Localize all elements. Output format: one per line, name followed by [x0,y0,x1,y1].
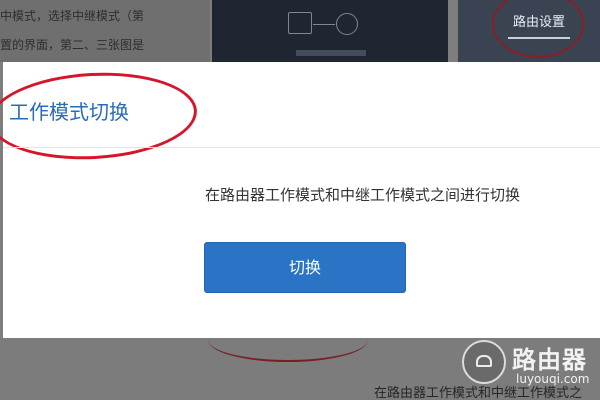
router-logo-icon [462,340,506,384]
lock-icon [476,355,492,367]
annotation-ellipse [0,67,200,165]
globe-icon [336,13,358,35]
watermark: 路由器 luyouqi.com [456,336,600,400]
mode-switch-dialog: 工作模式切换 在路由器工作模式和中继工作模式之间进行切换 切换 [0,62,600,338]
dialog-description: 在路由器工作模式和中继工作模式之间进行切换 [205,186,521,204]
device-icon [288,12,312,34]
watermark-brand: 路由器 [512,346,587,374]
dialog-divider [3,147,600,148]
watermark-domain: luyouqi.com [516,372,590,386]
article-line: 中模式，选择中继模式（第 [0,9,145,23]
connection-line [313,24,335,25]
switch-button[interactable]: 切换 [204,242,406,293]
background-caption [296,50,366,56]
article-line: 置的界面，第二、三张图是 [0,38,145,52]
background-article: 中模式，选择中继模式（第 置的界面，第二、三张图是 [0,0,210,62]
